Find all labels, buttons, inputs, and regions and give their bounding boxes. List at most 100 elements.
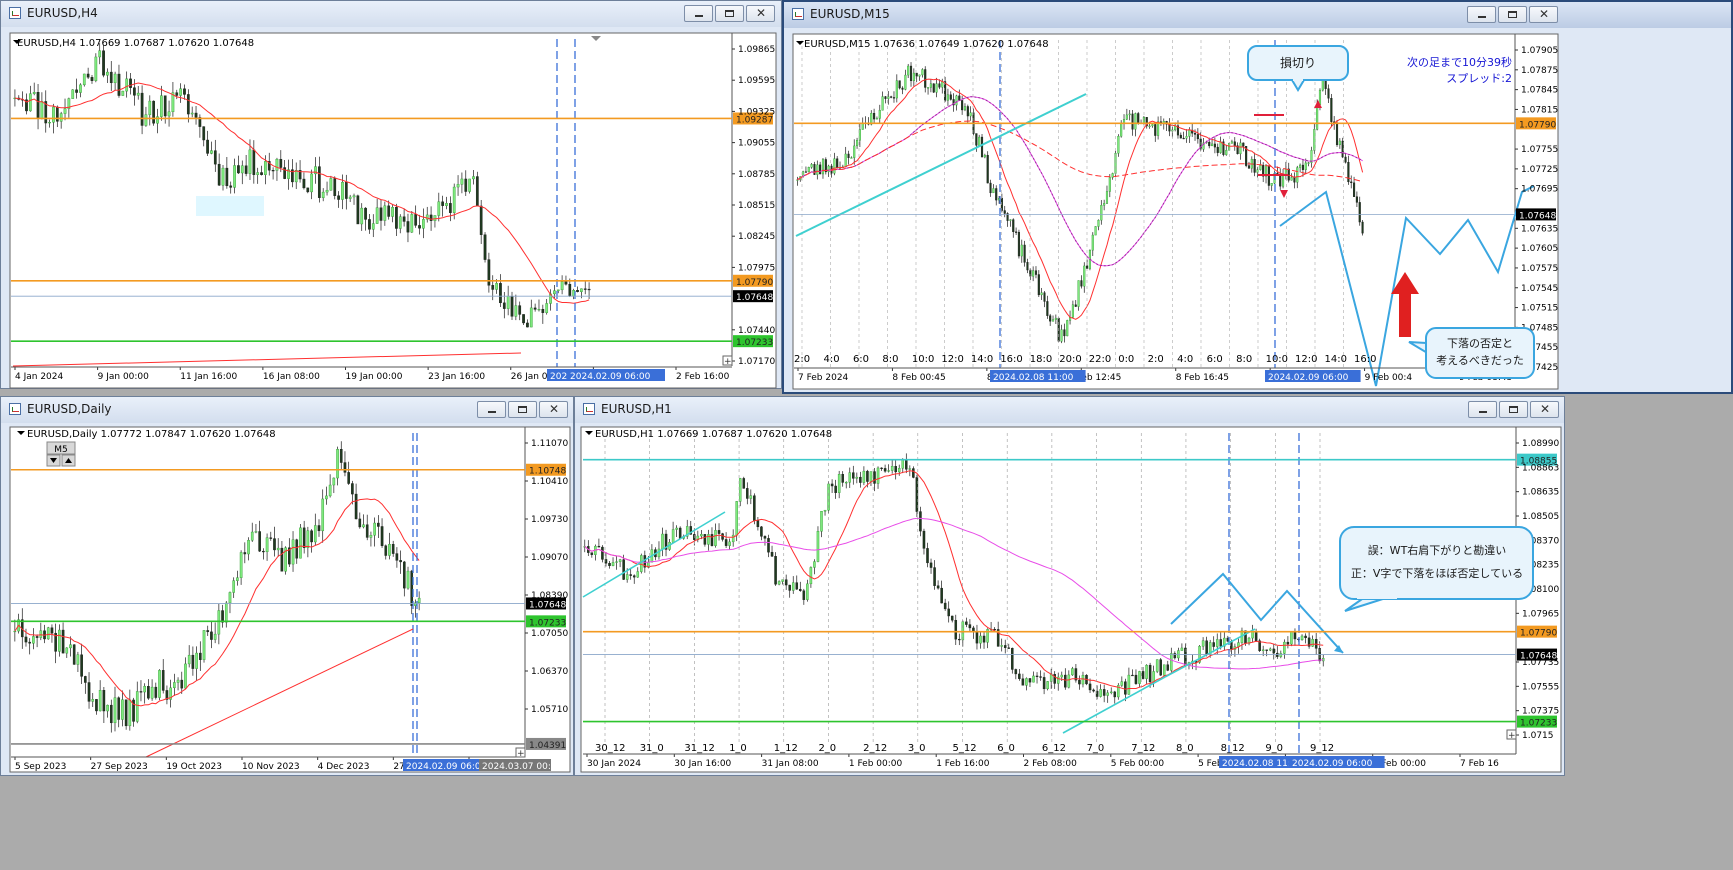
bull-candle <box>897 468 901 473</box>
time-cursor-label: 2024.03.07 00:00 <box>482 762 563 772</box>
bull-candle <box>98 690 102 712</box>
bull-candle <box>1239 142 1242 155</box>
bear-candle <box>206 630 210 633</box>
bear-candle <box>564 281 568 285</box>
bear-candle <box>919 511 922 532</box>
bear-candle <box>84 676 87 683</box>
bull-candle <box>1211 143 1214 147</box>
bull-candle <box>615 561 618 563</box>
bear-candle <box>533 307 537 310</box>
bull-candle <box>236 577 239 581</box>
bull-candle <box>195 652 198 669</box>
bear-candle <box>774 556 777 585</box>
bull-candle <box>240 165 244 174</box>
bear-candle <box>950 615 954 621</box>
y-tick-label: 1.08505 <box>1522 512 1559 522</box>
bull-candle <box>79 84 82 93</box>
bull-candle <box>963 106 967 111</box>
bull-candle <box>228 592 232 604</box>
bull-candle <box>46 627 50 640</box>
bull-candle <box>1066 320 1069 337</box>
bear-candle <box>217 163 221 186</box>
bull-candle <box>294 170 298 183</box>
bear-candle <box>518 305 522 315</box>
bear-candle <box>958 95 961 101</box>
price-tag-label: 1.07648 <box>529 600 566 610</box>
bull-candle <box>39 630 43 638</box>
bear-candle <box>1003 210 1006 214</box>
bull-candle <box>853 145 856 158</box>
bear-candle <box>710 534 714 546</box>
callout-wrong-text: 誤：WT右肩下がりと勘違い <box>1368 543 1507 557</box>
hour-label: 6:0 <box>853 354 869 365</box>
chart-area[interactable]: 1.10748 1.07648 1.07233 1.04391 1.11070 1.10… <box>1 397 575 777</box>
bull-candle <box>636 571 640 578</box>
y-tick-label: 1.07050 <box>531 629 568 639</box>
bear-candle <box>210 631 213 640</box>
y-tick-label: 1.08990 <box>1522 439 1559 449</box>
bull-candle <box>264 161 267 175</box>
bull-candle <box>1117 136 1120 154</box>
chart-window-h1[interactable]: EURUSD,H1 1.088551.077901.076481.07233 1… <box>574 396 1565 776</box>
mistake-callout[interactable]: 誤：WT右肩下がりと勘違い 正：V字で下落をほぼ否定している <box>1339 526 1534 612</box>
hour-label: 20:0 <box>1059 354 1081 365</box>
bull-candle <box>1185 136 1188 139</box>
callout-line-1: 下落の否定と <box>1447 336 1513 350</box>
bear-candle <box>441 201 445 206</box>
y-tick-label: 1.07905 <box>1521 46 1558 56</box>
bear-candle <box>175 92 179 96</box>
bear-candle <box>109 71 113 84</box>
bear-candle <box>354 493 358 520</box>
y-tick-label: 1.07725 <box>1521 165 1558 175</box>
bull-candle <box>250 531 254 541</box>
bear-candle <box>225 167 229 187</box>
bull-candle <box>32 92 36 94</box>
reversal-callout[interactable]: 下落の否定と 考えるべきだった <box>1408 327 1535 379</box>
y-tick-label: 1.07755 <box>1521 145 1558 155</box>
chart-window-daily[interactable]: EURUSD,Daily 1.107481.076481.072331.0439… <box>0 396 574 776</box>
bull-candle <box>625 574 629 580</box>
session-label: 5_12 <box>953 743 977 754</box>
bull-candle <box>371 223 375 230</box>
chart-area[interactable]: 1.092871.077901.076481.07233 1.098651.09… <box>1 1 783 390</box>
bear-candle <box>448 203 452 213</box>
hour-label: 0:0 <box>1118 354 1134 365</box>
bear-candle <box>229 185 233 188</box>
y-tick-label: 1.07440 <box>738 326 775 336</box>
bull-candle <box>375 207 379 224</box>
bull-candle <box>1261 649 1265 652</box>
bear-candle <box>1193 133 1197 135</box>
bear-candle <box>406 221 410 233</box>
bear-candle <box>1049 315 1052 322</box>
bull-candle <box>869 471 873 482</box>
bear-candle <box>742 478 746 489</box>
bull-candle <box>143 686 146 693</box>
bear-candle <box>986 154 989 184</box>
bear-candle <box>418 225 421 229</box>
bull-candle <box>224 602 228 623</box>
bear-candle <box>1279 174 1282 187</box>
bear-candle <box>1205 640 1208 655</box>
bear-candle <box>1028 678 1032 683</box>
bull-candle <box>1188 129 1191 137</box>
chart-window-m15[interactable]: EURUSD,M15 1.077901.07648 1.079051.07875… <box>782 0 1733 394</box>
bull-candle <box>1215 639 1219 647</box>
bull-candle <box>1279 653 1283 657</box>
session-label: 7_12 <box>1131 743 1155 754</box>
bear-candle <box>1141 671 1145 679</box>
bear-candle <box>954 620 958 640</box>
bear-candle <box>72 644 76 665</box>
bear-candle <box>763 536 767 539</box>
bull-candle <box>388 544 391 556</box>
bull-candle <box>979 635 982 644</box>
session-label: 30_12 <box>595 743 625 754</box>
bull-candle <box>329 178 333 191</box>
chart-window-h4[interactable]: EURUSD,H4 1.092871.077901.076481.07233 1… <box>0 0 782 389</box>
y-tick-label: 1.08390 <box>531 591 568 601</box>
bull-candle <box>121 699 124 720</box>
bear-candle <box>1335 123 1339 146</box>
chart-area[interactable]: 1.07790 1.07648 1.07905 1.07875 1.07845 1.07… <box>784 2 1733 396</box>
chart-area[interactable]: 1.088551.077901.076481.07233 1.089901.08… <box>575 397 1566 777</box>
bear-candle <box>1078 679 1081 685</box>
bear-candle <box>1113 691 1117 698</box>
